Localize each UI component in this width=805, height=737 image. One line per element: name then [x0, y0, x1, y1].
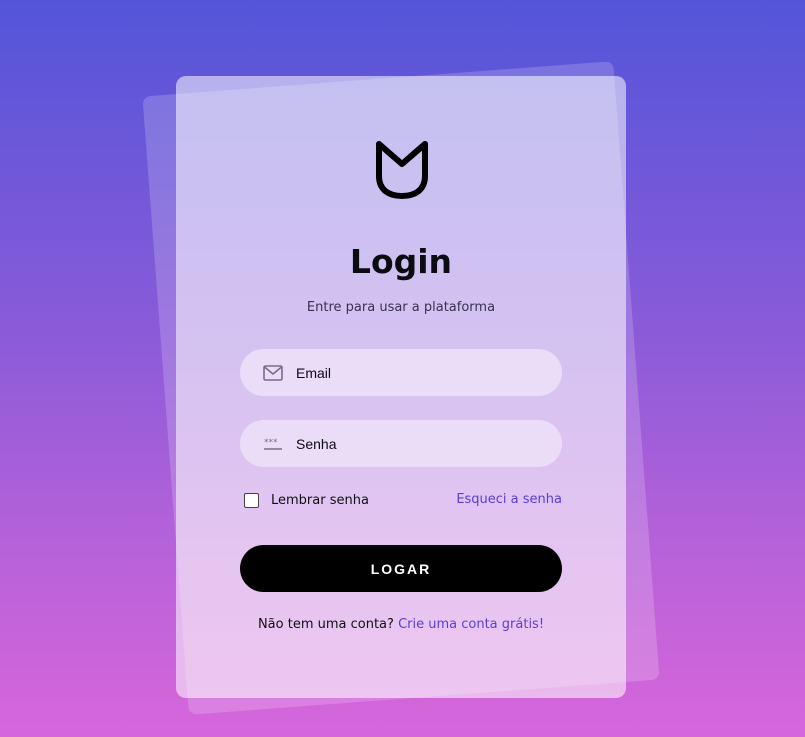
page-subtitle: Entre para usar a plataforma — [306, 300, 496, 315]
signup-prompt: Não tem uma conta? Crie uma conta grátis… — [176, 617, 626, 632]
email-field[interactable]: Email — [240, 349, 562, 396]
signup-prompt-text: Não tem uma conta? — [257, 617, 394, 632]
signup-link[interactable]: Crie uma conta grátis! — [398, 617, 544, 632]
login-button[interactable]: LOGAR — [240, 545, 562, 592]
remember-option: Lembrar senha — [244, 493, 369, 508]
password-placeholder: Senha — [296, 435, 337, 452]
login-card: Login Entre para usar a plataforma Email… — [176, 76, 626, 698]
envelope-icon — [262, 364, 284, 382]
remember-label[interactable]: Lembrar senha — [271, 493, 369, 508]
email-placeholder: Email — [296, 364, 332, 381]
page-title: Login — [349, 242, 453, 281]
password-dots-icon: *** — [262, 435, 284, 453]
password-field[interactable]: *** Senha — [240, 420, 562, 467]
shield-logo-icon — [374, 138, 430, 202]
forgot-password-link[interactable]: Esqueci a senha — [456, 492, 562, 507]
svg-text:***: *** — [264, 438, 278, 448]
remember-checkbox[interactable] — [244, 493, 259, 508]
